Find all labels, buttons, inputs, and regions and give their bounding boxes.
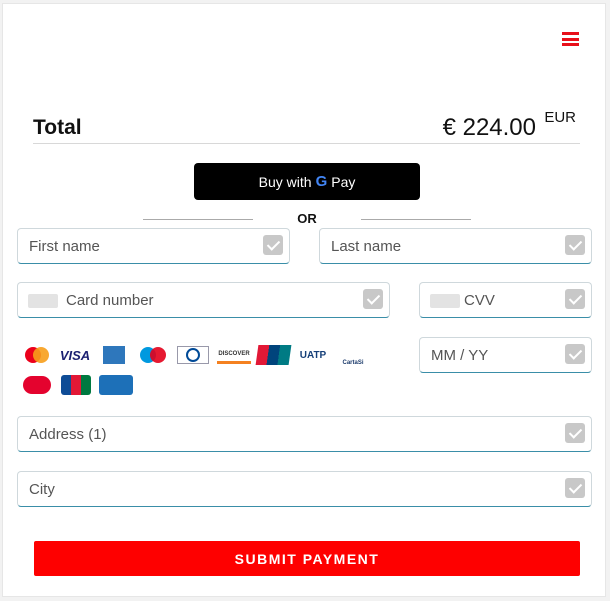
check-icon <box>565 423 585 443</box>
submit-payment-button[interactable]: SUBMIT PAYMENT <box>34 541 580 576</box>
total-amount: € 224.00 <box>442 114 536 141</box>
total-label: Total <box>33 116 82 139</box>
first-name-field[interactable]: First name <box>17 228 290 264</box>
cvv-field[interactable]: CVV <box>419 282 592 318</box>
address-field[interactable]: Address (1) <box>17 416 592 452</box>
currency-code: EUR <box>544 109 576 126</box>
card-brands: VISA DISCOVER UATP CartaSi <box>23 344 383 404</box>
amex-icon <box>103 346 125 364</box>
check-icon <box>565 478 585 498</box>
check-icon <box>565 289 585 309</box>
cartes-bancaires-icon <box>99 375 133 395</box>
cartasi-icon: CartaSi <box>342 360 364 366</box>
dankort-icon <box>23 376 51 394</box>
credit-card-icon <box>28 294 58 308</box>
cvv-placeholder: CVV <box>464 292 495 309</box>
google-g-icon: G <box>315 173 328 190</box>
card-number-field[interactable]: Card number <box>17 282 390 318</box>
expiry-placeholder: MM / YY <box>431 347 489 364</box>
hamburger-menu-icon[interactable] <box>562 32 579 46</box>
city-placeholder: City <box>29 481 55 498</box>
card-number-placeholder: Card number <box>66 292 154 309</box>
check-icon <box>363 289 383 309</box>
mastercard-icon <box>23 346 51 364</box>
check-icon <box>263 235 283 255</box>
total-row: Total € 224.00 EUR <box>33 104 580 144</box>
last-name-placeholder: Last name <box>331 238 402 255</box>
cvv-card-icon <box>430 294 460 308</box>
diners-club-icon <box>177 346 209 364</box>
jcb-icon <box>61 375 91 395</box>
last-name-field[interactable]: Last name <box>319 228 592 264</box>
or-divider: OR <box>143 211 471 229</box>
address-placeholder: Address (1) <box>29 426 107 443</box>
check-icon <box>565 344 585 364</box>
city-field[interactable]: City <box>17 471 592 507</box>
unionpay-icon <box>255 345 292 365</box>
expiry-field[interactable]: MM / YY <box>419 337 592 373</box>
discover-icon: DISCOVER <box>217 346 251 364</box>
visa-icon: VISA <box>59 347 91 363</box>
first-name-placeholder: First name <box>29 238 100 255</box>
check-icon <box>565 235 585 255</box>
gpay-label: Pay <box>331 173 356 190</box>
google-pay-button[interactable]: Buy with G Pay <box>194 163 420 200</box>
payment-card: Total € 224.00 EUR Buy with G Pay OR Fir… <box>2 3 606 597</box>
gpay-prefix: Buy with <box>258 173 312 190</box>
uatp-icon: UATP <box>299 349 327 361</box>
maestro-icon <box>138 346 168 364</box>
